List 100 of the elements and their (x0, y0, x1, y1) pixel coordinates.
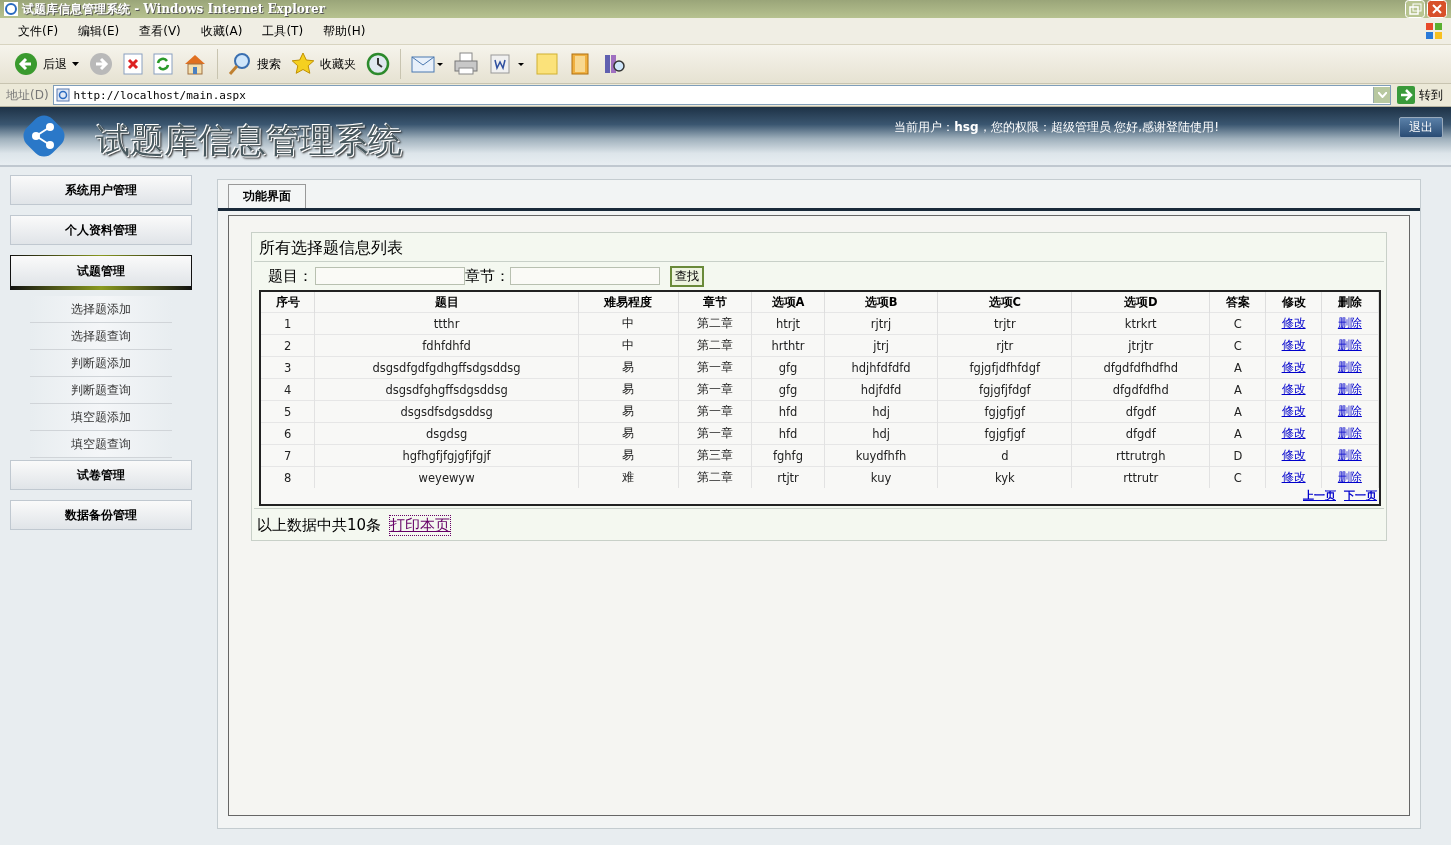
sidebar-item[interactable]: 试卷管理 (10, 460, 192, 490)
table-cell: ktrkrt (1071, 312, 1210, 335)
table-cell: dsgsdfghgffsdgsddsg (314, 378, 579, 401)
table-cell: dfgdf (1071, 400, 1210, 423)
menu-item[interactable]: 文件(F) (10, 20, 67, 42)
star-icon[interactable] (291, 52, 315, 76)
sidebar-item[interactable]: 数据备份管理 (10, 500, 192, 530)
filter-field[interactable] (510, 267, 660, 285)
table-cell: A (1209, 400, 1266, 423)
table-cell: 3 (261, 356, 315, 379)
delete-link[interactable]: 删除 (1337, 338, 1362, 352)
history-icon[interactable] (366, 52, 390, 76)
table-cell: A (1209, 378, 1266, 401)
pager-link[interactable]: 上一页 (1303, 488, 1336, 502)
menu-item[interactable]: 编辑(E) (70, 20, 128, 42)
sidebar-item[interactable]: 试题管理 (10, 255, 192, 290)
print-link[interactable]: 打印本页 (389, 515, 452, 536)
table-cell: 易 (578, 378, 679, 401)
close-icon[interactable] (1427, 0, 1447, 18)
submenu-item[interactable]: 判断题查询 (30, 377, 172, 404)
submenu-item[interactable]: 填空题查询 (30, 431, 172, 458)
dropdown-caret-icon[interactable] (72, 62, 79, 66)
books-magnifier-icon[interactable] (603, 52, 627, 76)
printer-icon[interactable] (453, 52, 479, 76)
delete-link[interactable]: 删除 (1337, 448, 1362, 462)
table-cell: 第一章 (678, 400, 752, 423)
refresh-icon[interactable] (153, 53, 173, 75)
edit-link[interactable]: 修改 (1281, 382, 1306, 396)
table-cell: A (1209, 422, 1266, 445)
delete-link[interactable]: 删除 (1337, 382, 1362, 396)
table-cell: fgjgfjfdgf (937, 378, 1072, 401)
table-cell: 第一章 (678, 422, 752, 445)
address-field[interactable]: http://localhost/main.aspx (52, 85, 1391, 105)
table-cell: trjtr (937, 312, 1072, 335)
edit-link[interactable]: 修改 (1281, 470, 1306, 484)
edit-link[interactable]: 修改 (1281, 360, 1306, 374)
submenu-item[interactable]: 选择题添加 (30, 296, 172, 323)
delete-link[interactable]: 删除 (1337, 360, 1362, 374)
table-cell: hdjhfdfdfd (824, 356, 938, 379)
column-header: 题目 (314, 292, 579, 313)
table-cell: htrjt (751, 312, 825, 335)
table-cell: jtrjtr (1071, 334, 1210, 357)
delete-link[interactable]: 删除 (1337, 316, 1362, 330)
panel-title: 所有选择题信息列表 (254, 235, 1384, 262)
table-cell: 7 (261, 444, 315, 467)
table-cell: fgjgfjdfhfdgf (937, 356, 1072, 379)
table-cell: kuy (824, 466, 938, 488)
edit-link[interactable]: 修改 (1281, 404, 1306, 418)
menu-item[interactable]: 帮助(H) (315, 20, 374, 42)
edit-link[interactable]: 修改 (1281, 426, 1306, 440)
stop-icon[interactable] (123, 53, 143, 75)
home-icon[interactable] (183, 52, 207, 76)
submenu-item[interactable]: 选择题查询 (30, 323, 172, 350)
edit-link[interactable]: 修改 (1281, 448, 1306, 462)
menu-item[interactable]: 收藏(A) (192, 20, 251, 42)
restore-window-icon[interactable] (1405, 0, 1425, 18)
table-cell: hfd (751, 422, 825, 445)
edit-link[interactable]: 修改 (1281, 338, 1306, 352)
table-cell: 中 (578, 312, 679, 335)
logout-button[interactable]: 退出 (1399, 117, 1443, 138)
table-cell: 难 (578, 466, 679, 488)
table-cell: dsgsdfsdgsddsg (314, 400, 579, 423)
submenu-item[interactable]: 判断题添加 (30, 350, 172, 377)
table-cell: 第二章 (678, 466, 752, 488)
table-cell: hrthtr (751, 334, 825, 357)
filter-field[interactable] (315, 267, 465, 285)
column-header: 答案 (1209, 292, 1266, 313)
table-cell: fghfg (751, 444, 825, 467)
table-cell: C (1209, 334, 1266, 357)
table-cell: 5 (261, 400, 315, 423)
tab[interactable]: 功能界面 (228, 184, 306, 208)
address-label: 地址(D) (6, 86, 49, 104)
document-icon[interactable] (489, 52, 525, 76)
table-cell: fdhfdhfd (314, 334, 579, 357)
record-count: 以上数据中共10条 (257, 516, 382, 535)
table-cell: kyk (937, 466, 1072, 488)
table-cell: 第一章 (678, 378, 752, 401)
delete-link[interactable]: 删除 (1337, 404, 1362, 418)
delete-link[interactable]: 删除 (1337, 426, 1362, 440)
sidebar-item[interactable]: 系统用户管理 (10, 175, 192, 205)
toolbar-label[interactable]: 搜索 (257, 55, 281, 73)
table-cell: hdj (824, 400, 938, 423)
sidebar-item[interactable]: 个人资料管理 (10, 215, 192, 245)
column-header: 章节 (678, 292, 752, 313)
search-icon[interactable] (228, 52, 252, 76)
menu-item[interactable]: 工具(T) (254, 20, 312, 42)
table-cell: hgfhgfjfgjgfjfgjf (314, 444, 579, 467)
toolbar-label[interactable]: 收藏夹 (320, 55, 356, 73)
toolbar-label[interactable]: 后退 (43, 55, 67, 73)
search-button[interactable]: 查找 (670, 265, 704, 287)
table-cell: dsgdsg (314, 422, 579, 445)
submenu-item[interactable]: 填空题添加 (30, 404, 172, 431)
edit-link[interactable]: 修改 (1281, 316, 1306, 330)
table-cell: rtjtr (751, 466, 825, 488)
go-button[interactable]: 转到 (1395, 86, 1445, 104)
delete-link[interactable]: 删除 (1337, 470, 1362, 484)
menu-item[interactable]: 查看(V) (131, 20, 189, 42)
pager-link[interactable]: 下一页 (1344, 488, 1377, 502)
table-cell: 易 (578, 356, 679, 379)
table-cell: 8 (261, 466, 315, 488)
